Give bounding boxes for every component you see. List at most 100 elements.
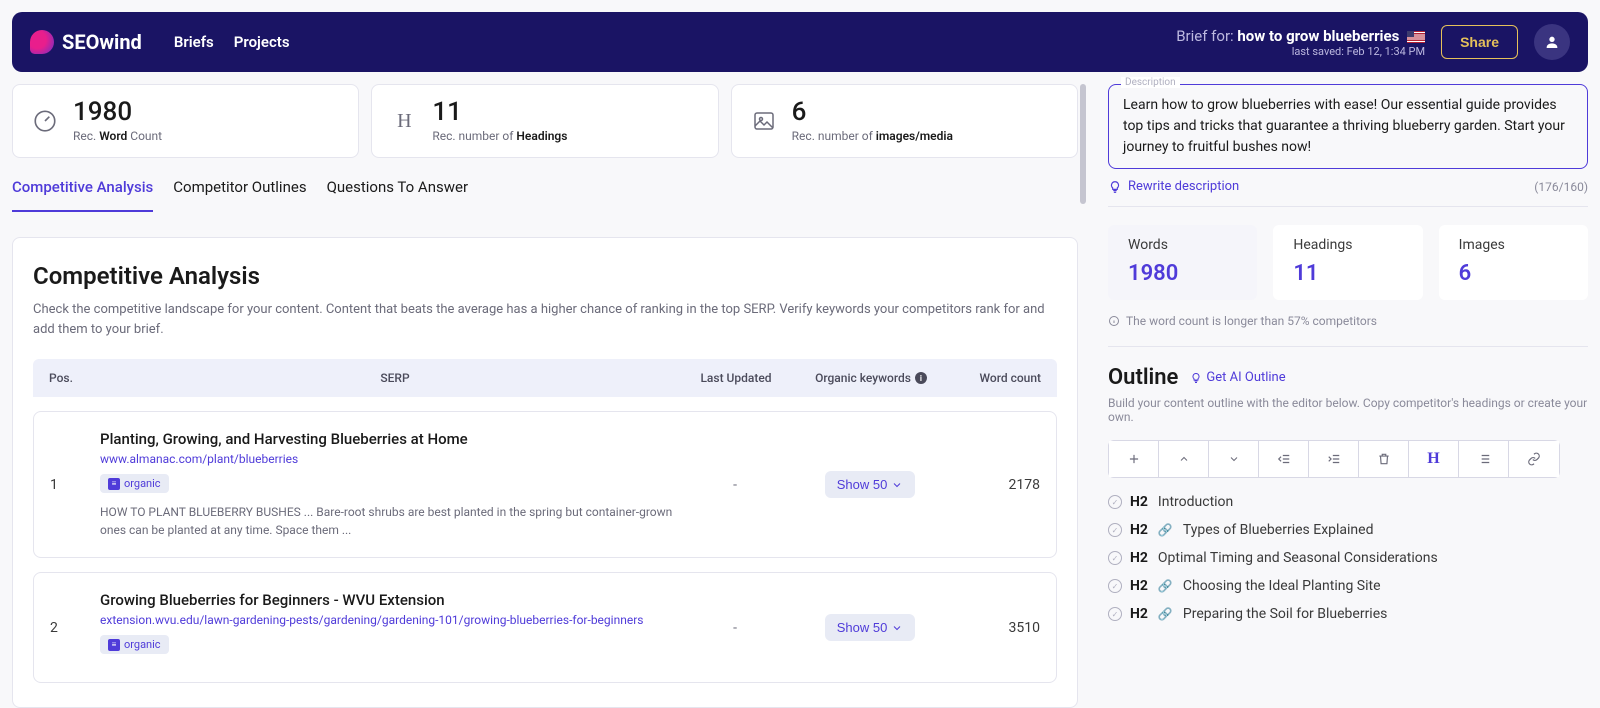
- outline-item[interactable]: H2 Introduction: [1108, 494, 1588, 510]
- rewrite-description-link[interactable]: Rewrite description: [1108, 179, 1239, 194]
- move-down-button[interactable]: [1209, 441, 1259, 477]
- header-left: SEOwind Briefs Projects: [30, 30, 290, 54]
- row-keywords: Show 50: [780, 614, 960, 641]
- heading-icon: H: [390, 107, 418, 135]
- indent-button[interactable]: [1309, 441, 1359, 477]
- right-panel: Description Learn how to grow blueberrie…: [1088, 84, 1588, 708]
- serp-title[interactable]: Planting, Growing, and Harvesting Bluebe…: [100, 430, 690, 448]
- brief-title: how to grow blueberries: [1237, 27, 1399, 45]
- us-flag-icon: [1407, 31, 1425, 43]
- outline-item[interactable]: H2🔗 Choosing the Ideal Planting Site: [1108, 578, 1588, 594]
- stat-headings: H 11 Rec. number of Headings: [371, 84, 718, 158]
- col-updated: Last Updated: [691, 371, 781, 385]
- row-words: 2178: [960, 477, 1040, 493]
- trash-icon: [1377, 452, 1391, 466]
- mini-stat-images: Images 6: [1439, 225, 1588, 300]
- delete-button[interactable]: [1359, 441, 1409, 477]
- outline-toolbar: H: [1108, 440, 1560, 478]
- organic-badge-icon: ≡: [108, 639, 120, 651]
- row-serp: Planting, Growing, and Harvesting Bluebe…: [100, 430, 690, 539]
- user-icon: [1544, 34, 1560, 50]
- section-desc: Check the competitive landscape for your…: [33, 300, 1057, 339]
- info-icon[interactable]: i: [915, 372, 927, 384]
- user-avatar-button[interactable]: [1534, 24, 1570, 60]
- description-box[interactable]: Description Learn how to grow blueberrie…: [1108, 84, 1588, 169]
- stat-images-value: 6: [792, 99, 953, 125]
- outline-item[interactable]: H2🔗 Preparing the Soil for Blueberries: [1108, 606, 1588, 622]
- serp-url[interactable]: www.almanac.com/plant/blueberries: [100, 452, 690, 466]
- link-icon: 🔗: [1158, 607, 1173, 621]
- gauge-icon: [31, 107, 59, 135]
- table-row: 2 Growing Blueberries for Beginners - WV…: [33, 572, 1057, 683]
- link-icon: 🔗: [1158, 523, 1173, 537]
- competitor-note: The word count is longer than 57% compet…: [1108, 314, 1588, 347]
- nav-briefs[interactable]: Briefs: [174, 33, 214, 51]
- brief-info: Brief for: how to grow blueberries last …: [1176, 27, 1425, 58]
- table-row: 1 Planting, Growing, and Harvesting Blue…: [33, 411, 1057, 558]
- scrollbar[interactable]: [1078, 84, 1088, 708]
- seowind-logo-icon: [30, 30, 54, 54]
- stat-word-value: 1980: [73, 99, 162, 125]
- list-button[interactable]: [1459, 441, 1509, 477]
- stat-images: 6 Rec. number of images/media: [731, 84, 1078, 158]
- bulb-icon: [1108, 180, 1122, 194]
- chevron-up-icon: [1178, 453, 1190, 465]
- stat-headings-value: 11: [432, 99, 567, 125]
- app-header: SEOwind Briefs Projects Brief for: how t…: [12, 12, 1588, 72]
- col-keywords: Organic keywords i: [781, 371, 961, 385]
- check-icon: [1108, 495, 1122, 509]
- organic-badge-icon: ≡: [108, 478, 120, 490]
- outline-title: Outline: [1108, 365, 1178, 390]
- section-title: Competitive Analysis: [33, 262, 1057, 290]
- outline-header: Outline Get AI Outline: [1108, 365, 1588, 390]
- col-words: Word count: [961, 371, 1041, 385]
- description-text[interactable]: Learn how to grow blueberries with ease!…: [1123, 95, 1573, 158]
- stat-word-count: 1980 Rec. Word Count: [12, 84, 359, 158]
- serp-snippet: HOW TO PLANT BLUEBERRY BUSHES ... Bare-r…: [100, 503, 680, 539]
- outline-item[interactable]: H2🔗 Types of Blueberries Explained: [1108, 522, 1588, 538]
- outline-desc: Build your content outline with the edit…: [1108, 396, 1588, 424]
- get-ai-outline-link[interactable]: Get AI Outline: [1190, 370, 1285, 385]
- mini-stat-headings: Headings 11: [1273, 225, 1422, 300]
- share-button[interactable]: Share: [1441, 25, 1518, 59]
- image-icon: [750, 107, 778, 135]
- scrollbar-thumb[interactable]: [1080, 84, 1086, 204]
- outdent-icon: [1277, 452, 1291, 466]
- row-pos: 1: [50, 477, 100, 493]
- check-icon: [1108, 579, 1122, 593]
- serp-badge: ≡ organic: [100, 474, 169, 493]
- bulb-icon: [1190, 372, 1202, 384]
- plus-icon: [1127, 452, 1141, 466]
- col-serp: SERP: [99, 371, 691, 385]
- stats-row: 1980 Rec. Word Count H 11 Rec. number of…: [12, 84, 1078, 158]
- description-footer: Rewrite description (176/160): [1108, 177, 1588, 207]
- list-icon: [1477, 452, 1491, 466]
- tab-competitive-analysis[interactable]: Competitive Analysis: [12, 178, 153, 212]
- serp-badge: ≡ organic: [100, 635, 169, 654]
- nav-projects[interactable]: Projects: [234, 33, 290, 51]
- main-nav: Briefs Projects: [174, 33, 290, 51]
- chevron-down-icon: [891, 622, 903, 634]
- add-button[interactable]: [1109, 441, 1159, 477]
- serp-title[interactable]: Growing Blueberries for Beginners - WVU …: [100, 591, 690, 609]
- mini-stat-words: Words 1980: [1108, 225, 1257, 300]
- description-label: Description: [1121, 77, 1180, 88]
- link-button[interactable]: [1509, 441, 1559, 477]
- check-icon: [1108, 607, 1122, 621]
- show-keywords-button[interactable]: Show 50: [825, 471, 916, 498]
- serp-url[interactable]: extension.wvu.edu/lawn-gardening-pests/g…: [100, 613, 690, 627]
- brand-logo[interactable]: SEOwind: [30, 30, 142, 54]
- header-right: Brief for: how to grow blueberries last …: [1176, 24, 1570, 60]
- row-serp: Growing Blueberries for Beginners - WVU …: [100, 591, 690, 664]
- last-saved: last saved: Feb 12, 1:34 PM: [1176, 45, 1425, 58]
- show-keywords-button[interactable]: Show 50: [825, 614, 916, 641]
- mini-stats: Words 1980 Headings 11 Images 6: [1108, 225, 1588, 300]
- table-header: Pos. SERP Last Updated Organic keywords …: [33, 359, 1057, 397]
- tab-questions[interactable]: Questions To Answer: [327, 178, 468, 212]
- tab-competitor-outlines[interactable]: Competitor Outlines: [173, 178, 306, 212]
- outdent-button[interactable]: [1259, 441, 1309, 477]
- move-up-button[interactable]: [1159, 441, 1209, 477]
- competitive-analysis-card: Competitive Analysis Check the competiti…: [12, 237, 1078, 708]
- heading-button[interactable]: H: [1409, 441, 1459, 477]
- outline-item[interactable]: H2 Optimal Timing and Seasonal Considera…: [1108, 550, 1588, 566]
